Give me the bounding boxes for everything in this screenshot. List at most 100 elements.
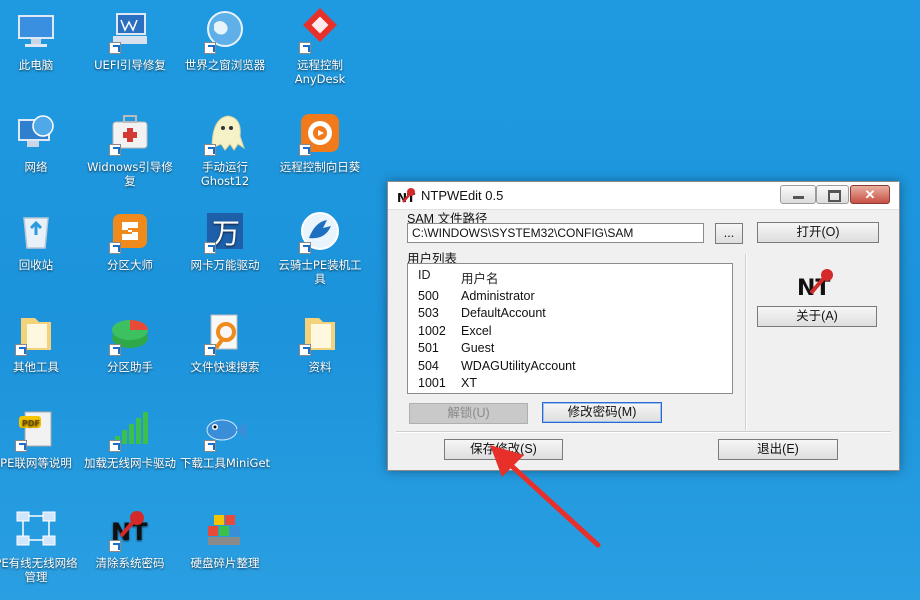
column-header-id: ID [418, 268, 431, 282]
divider [745, 254, 747, 430]
desktop-icon-label: PE有线无线网络管理 [0, 556, 78, 584]
desktop-icon-label: 网卡万能驱动 [190, 258, 260, 272]
browse-button[interactable]: ... [715, 223, 743, 244]
user-id: 503 [418, 306, 439, 320]
shortcut-arrow-icon [299, 144, 311, 156]
shortcut-arrow-icon [299, 344, 311, 356]
about-button[interactable]: 关于(A) [757, 306, 877, 327]
desktop-icon-label: 云骑士PE装机工具 [278, 258, 362, 286]
user-name: Excel [461, 324, 492, 338]
window-title: NTPWEdit 0.5 [421, 188, 504, 203]
desktop-icon-sunflower[interactable]: 远程控制向日葵 [274, 110, 366, 174]
user-list[interactable]: ID 用户名 500 Administrator 503 DefaultAcco… [407, 263, 733, 394]
shortcut-arrow-icon [204, 344, 216, 356]
user-id: 501 [418, 341, 439, 355]
divider [396, 431, 891, 433]
desktop-icon-label: 手动运行Ghost12 [200, 160, 250, 188]
computer-icon [18, 15, 54, 47]
user-row[interactable]: 1001 XT [408, 376, 728, 393]
user-row[interactable]: 503 DefaultAccount [408, 306, 728, 323]
change-password-button[interactable]: 修改密码(M) [542, 402, 662, 423]
desktop-icon-label: 资料 [308, 360, 332, 374]
recycle-bin-icon [23, 217, 49, 249]
desktop-icon-label: 文件快速搜索 [190, 360, 260, 374]
app-logo-icon: NT [397, 188, 416, 205]
desktop-icon-pe-help[interactable]: PDF PE联网等说明 [0, 406, 82, 470]
desktop-icon-pe-network-manager[interactable]: PE有线无线网络管理 [0, 506, 82, 584]
shortcut-arrow-icon [299, 42, 311, 54]
desktop-icon-label: 此电脑 [18, 58, 54, 72]
open-button[interactable]: 打开(O) [757, 222, 879, 243]
shortcut-arrow-icon [109, 440, 121, 452]
shortcut-arrow-icon [15, 440, 27, 452]
desktop-icon-label: 回收站 [18, 258, 54, 272]
desktop-icon-label: 加载无线网卡驱动 [84, 456, 176, 470]
title-bar[interactable]: NT NTPWEdit 0.5 ✕ [388, 182, 899, 210]
desktop-icon-label: 清除系统密码 [95, 556, 165, 570]
desktop-icon-partition-master[interactable]: 分区大师 [84, 208, 176, 272]
sam-path-input[interactable]: C:\WINDOWS\SYSTEM32\CONFIG\SAM [407, 223, 704, 243]
desktop-icon-anydesk[interactable]: 远程控制AnyDesk [274, 8, 366, 86]
desktop-icon-label: Widnows引导修复 [87, 160, 173, 188]
user-row[interactable]: 500 Administrator [408, 289, 728, 306]
close-button[interactable]: ✕ [850, 185, 890, 204]
user-id: 1001 [418, 376, 446, 390]
user-name: DefaultAccount [461, 306, 546, 320]
desktop-icon-other-tools[interactable]: 其他工具 [0, 310, 82, 374]
user-id: 504 [418, 359, 439, 373]
desktop-icon-theworld-browser[interactable]: 世界之窗浏览器 [179, 8, 271, 72]
desktop-icon-recycle-bin[interactable]: 回收站 [0, 208, 82, 272]
desktop-icon-label: PE联网等说明 [0, 456, 72, 470]
desktop-icon-label: 远程控制向日葵 [279, 160, 361, 174]
shortcut-arrow-icon [109, 344, 121, 356]
user-id: 500 [418, 289, 439, 303]
desktop-icon-file-search[interactable]: 文件快速搜索 [179, 310, 271, 374]
ntpwedit-window: NT NTPWEdit 0.5 ✕ SAM 文件路径 C:\WINDOWS\SY… [387, 181, 900, 471]
desktop-icon-label: UEFI引导修复 [94, 58, 166, 72]
svg-text:PDF: PDF [22, 419, 40, 428]
desktop-icon-partition-assistant[interactable]: 分区助手 [84, 310, 176, 374]
annotation-arrow-icon [490, 445, 601, 548]
exit-button[interactable]: 退出(E) [718, 439, 838, 460]
maximize-button[interactable] [816, 185, 849, 204]
desktop-icon-ghost[interactable]: 手动运行Ghost12 [179, 110, 271, 188]
user-row[interactable]: 501 Guest [408, 341, 728, 358]
desktop-icon-label: 硬盘碎片整理 [190, 556, 260, 570]
user-name: WDAGUtilityAccount [461, 359, 576, 373]
desktop-icon-documents[interactable]: 资料 [274, 310, 366, 374]
desktop-icon-windows-boot-repair[interactable]: Widnows引导修复 [84, 110, 176, 188]
desktop-icon-yunqishi[interactable]: 云骑士PE装机工具 [274, 208, 366, 286]
shortcut-arrow-icon [204, 42, 216, 54]
desktop-icon-network[interactable]: 网络 [0, 110, 82, 174]
desktop-icon-miniget[interactable]: 下载工具MiniGet [179, 406, 271, 470]
user-name: Guest [461, 341, 495, 355]
desktop-icon-label: 网络 [24, 160, 48, 174]
shortcut-arrow-icon [109, 42, 121, 54]
shortcut-arrow-icon [204, 242, 216, 254]
desktop-icon-label: 分区助手 [107, 360, 153, 374]
minimize-button[interactable] [780, 185, 816, 204]
shortcut-arrow-icon [109, 242, 121, 254]
shortcut-arrow-icon [109, 144, 121, 156]
user-row[interactable]: 504 WDAGUtilityAccount [408, 359, 728, 376]
desktop-icon-wireless-driver[interactable]: 加载无线网卡驱动 [84, 406, 176, 470]
desktop-icon-label: 下载工具MiniGet [179, 456, 271, 470]
defrag-blocks-icon [208, 515, 240, 545]
desktop-icon-label: 其他工具 [13, 360, 59, 374]
desktop-icon-label: 分区大师 [107, 258, 153, 272]
desktop-icon-label: 远程控制AnyDesk [294, 58, 346, 86]
unlock-button[interactable]: 解锁(U) [409, 403, 528, 424]
desktop-icon-uefi-repair[interactable]: UEFI引导修复 [84, 8, 176, 72]
network-topology-icon [16, 511, 56, 546]
desktop-icon-clear-password[interactable]: NT 清除系统密码 [84, 506, 176, 570]
column-header-username: 用户名 [461, 272, 499, 286]
desktop-icon-defrag[interactable]: 硬盘碎片整理 [179, 506, 271, 570]
shortcut-arrow-icon [299, 242, 311, 254]
shortcut-arrow-icon [109, 540, 121, 552]
shortcut-arrow-icon [15, 344, 27, 356]
shortcut-arrow-icon [204, 144, 216, 156]
user-row[interactable]: 1002 Excel [408, 324, 728, 341]
desktop-icon-this-pc[interactable]: 此电脑 [0, 8, 82, 72]
desktop-icon-nic-driver[interactable]: 万 网卡万能驱动 [179, 208, 271, 272]
user-name: XT [461, 376, 477, 390]
